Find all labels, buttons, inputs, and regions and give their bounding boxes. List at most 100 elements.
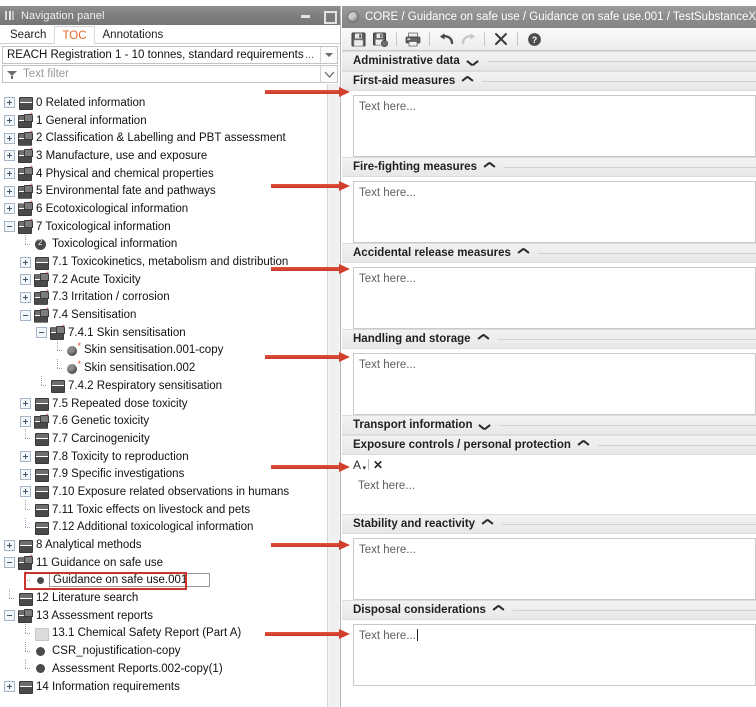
toc-item[interactable]: 7.5 Repeated dose toxicity — [0, 395, 340, 413]
expand-icon[interactable] — [20, 486, 31, 498]
section-header[interactable]: First-aid measures — [342, 71, 756, 91]
toc-item[interactable]: * 7.4.1 Skin sensitisation — [0, 324, 340, 342]
rich-text-input[interactable]: Text here... — [353, 181, 756, 243]
expand-icon[interactable] — [4, 203, 15, 215]
chevron-up-icon[interactable] — [462, 77, 473, 86]
print-button[interactable] — [403, 30, 423, 49]
expand-icon[interactable] — [4, 185, 15, 197]
expand-icon[interactable] — [20, 415, 31, 427]
expand-icon[interactable] — [20, 468, 31, 480]
expand-icon[interactable] — [20, 256, 31, 268]
section-header[interactable]: Transport information — [342, 415, 756, 435]
section-header[interactable]: Handling and storage — [342, 329, 756, 349]
expand-icon[interactable] — [4, 97, 15, 109]
undo-button[interactable] — [436, 30, 456, 49]
toc-item-selected[interactable]: Guidance on safe use.001 — [0, 570, 340, 590]
collapse-icon[interactable] — [4, 221, 15, 233]
clear-icon[interactable]: ✕ — [373, 458, 383, 472]
font-style-icon[interactable]: A — [353, 458, 366, 472]
expand-icon[interactable] — [20, 451, 31, 463]
expand-icon[interactable] — [20, 398, 31, 410]
save-as-button[interactable] — [370, 30, 390, 49]
rich-text-input[interactable]: Text here... — [353, 538, 756, 600]
toc-item[interactable]: CSR_nojustification-copy — [0, 641, 340, 660]
collapse-icon[interactable] — [4, 610, 15, 622]
close-button[interactable] — [491, 30, 511, 49]
toc-item[interactable]: * 11 Guidance on safe use — [0, 554, 340, 572]
toc-item[interactable]: 14 Information requirements — [0, 678, 340, 696]
section-header[interactable]: Accidental release measures — [342, 243, 756, 263]
toc-tree-scrollbar[interactable] — [327, 84, 340, 707]
rich-text-input[interactable]: Text here... — [353, 95, 756, 157]
toc-item[interactable]: * 7.2 Acute Toxicity — [0, 271, 340, 289]
toc-item[interactable]: Toxicological information — [0, 234, 340, 254]
toc-item[interactable]: * 3 Manufacture, use and exposure — [0, 147, 340, 165]
maximize-icon[interactable] — [322, 9, 337, 24]
expand-icon[interactable] — [4, 168, 15, 180]
toc-item[interactable]: * Skin sensitisation.002 — [0, 358, 340, 377]
toc-item[interactable]: 8 Analytical methods — [0, 536, 340, 554]
tab-search[interactable]: Search — [2, 25, 55, 43]
chevron-down-icon[interactable] — [467, 57, 478, 66]
expand-icon[interactable] — [4, 681, 15, 693]
text-filter-row[interactable]: Text filter — [2, 65, 338, 83]
section-header[interactable]: Fire-fighting measures — [342, 157, 756, 177]
section-header[interactable]: Stability and reactivity — [342, 514, 756, 534]
toc-item[interactable]: 7.9 Specific investigations — [0, 465, 340, 483]
rich-text-input[interactable]: Text here... — [353, 267, 756, 329]
expand-icon[interactable] — [4, 132, 15, 144]
save-button[interactable] — [348, 30, 368, 49]
section-header[interactable]: Exposure controls / personal protection — [342, 435, 756, 455]
toc-item[interactable]: 7.12 Additional toxicological informatio… — [0, 517, 340, 537]
toc-item[interactable]: * 4 Physical and chemical properties — [0, 165, 340, 183]
toc-item[interactable]: * 7 Toxicological information — [0, 218, 340, 236]
section-header[interactable]: Administrative data — [342, 51, 756, 71]
chevron-up-icon[interactable] — [482, 520, 493, 529]
toc-item[interactable]: 7.10 Exposure related observations in hu… — [0, 483, 340, 501]
toc-item[interactable]: * 6 Ecotoxicological information — [0, 200, 340, 218]
text-filter-input[interactable]: Text filter — [19, 68, 320, 80]
toc-item[interactable]: 13.1 Chemical Safety Report (Part A) — [0, 623, 340, 643]
expand-icon[interactable] — [20, 274, 31, 286]
tab-toc[interactable]: TOC — [54, 26, 95, 44]
template-dropdown-ellipsis[interactable]: ... — [305, 49, 320, 61]
toc-tree-container[interactable]: 0 Related information * 1 General informat… — [0, 84, 340, 707]
toc-item[interactable]: * 7.6 Genetic toxicity — [0, 412, 340, 430]
toc-item[interactable]: 7.8 Toxicity to reproduction — [0, 448, 340, 466]
text-filter-options-toggle[interactable] — [320, 66, 337, 82]
collapse-icon[interactable] — [4, 557, 15, 569]
rich-text-input[interactable]: Text here... — [353, 476, 756, 514]
minimize-icon[interactable] — [299, 9, 312, 22]
toc-item[interactable]: 7.7 Carcinogenicity — [0, 429, 340, 448]
toc-item[interactable]: * 7.4 Sensitisation — [0, 306, 340, 324]
expand-icon[interactable] — [4, 115, 15, 127]
expand-icon[interactable] — [4, 150, 15, 162]
collapse-icon[interactable] — [20, 309, 31, 321]
section-header[interactable]: Disposal considerations — [342, 600, 756, 620]
tab-annotations[interactable]: Annotations — [94, 25, 172, 43]
rich-text-input[interactable]: Text here... — [353, 624, 756, 686]
toc-item[interactable]: 7.1 Toxicokinetics, metabolism and distr… — [0, 253, 340, 271]
toc-item[interactable]: * 5 Environmental fate and pathways — [0, 182, 340, 200]
expand-icon[interactable] — [20, 291, 31, 303]
chevron-up-icon[interactable] — [518, 249, 529, 258]
toc-item[interactable]: * 7.3 Irritation / corrosion — [0, 288, 340, 307]
toc-item[interactable]: * 2 Classification & Labelling and PBT as… — [0, 129, 340, 147]
toc-item[interactable]: 13 Assessment reports — [0, 607, 340, 625]
chevron-up-icon[interactable] — [484, 163, 495, 172]
toc-item[interactable]: * Skin sensitisation.001-copy — [0, 340, 340, 360]
toc-item[interactable]: * 1 General information — [0, 112, 340, 130]
expand-icon[interactable] — [4, 539, 15, 551]
help-button[interactable]: ? — [524, 30, 544, 49]
toc-item[interactable]: 12 Literature search — [0, 588, 340, 607]
template-dropdown[interactable]: REACH Registration 1 - 10 tonnes, standa… — [2, 46, 338, 64]
toc-item[interactable]: 7.4.2 Respiratory sensitisation — [0, 376, 340, 395]
chevron-up-icon[interactable] — [578, 441, 589, 450]
chevron-up-icon[interactable] — [478, 335, 489, 344]
toc-item[interactable]: 7.11 Toxic effects on livestock and pets — [0, 500, 340, 519]
toc-item[interactable]: Assessment Reports.002-copy(1) — [0, 659, 340, 678]
chevron-up-icon[interactable] — [493, 606, 504, 615]
template-dropdown-toggle[interactable] — [320, 47, 337, 63]
chevron-down-icon[interactable] — [479, 421, 490, 430]
rich-text-input[interactable]: Text here... — [353, 353, 756, 415]
